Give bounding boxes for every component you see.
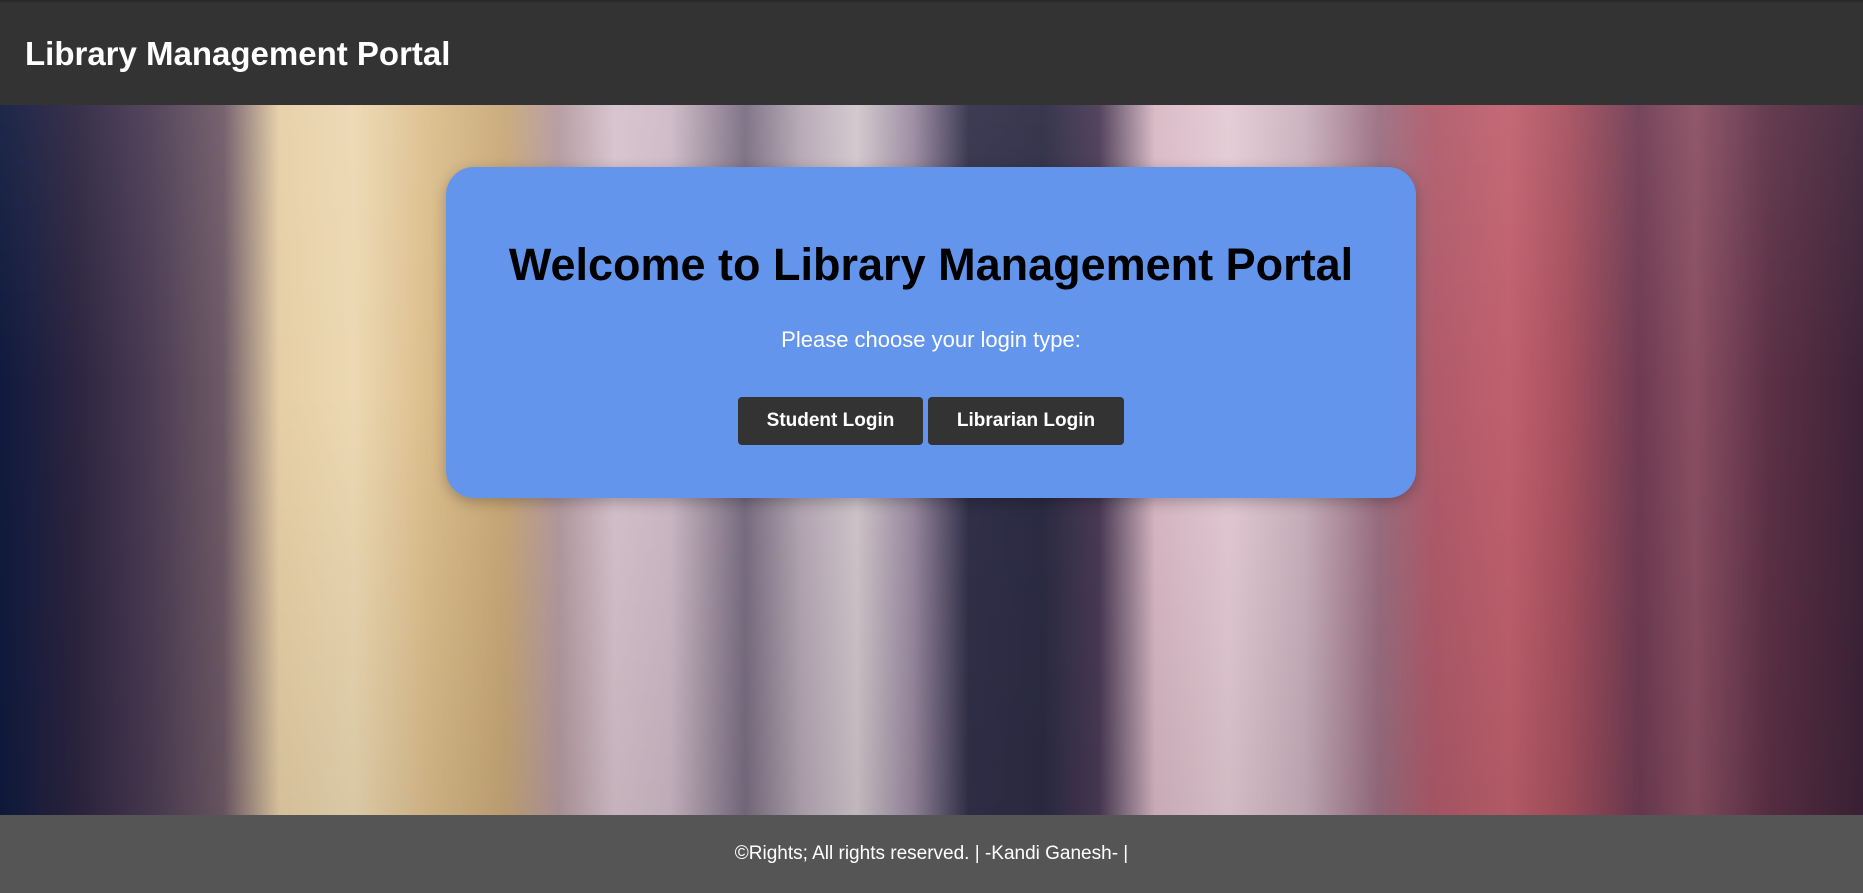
- hero-background: Welcome to Library Management Portal Ple…: [0, 105, 1863, 815]
- student-login-button[interactable]: Student Login: [738, 397, 923, 445]
- page-footer: ©Rights; All rights reserved. | -Kandi G…: [0, 815, 1863, 893]
- site-title: Library Management Portal: [25, 34, 451, 72]
- librarian-login-button[interactable]: Librarian Login: [928, 397, 1124, 445]
- login-type-prompt: Please choose your login type:: [781, 327, 1081, 352]
- top-nav-bar: Library Management Portal: [0, 0, 1863, 105]
- login-button-group: Student Login Librarian Login: [446, 397, 1416, 445]
- copyright-text: ©Rights; All rights reserved. | -Kandi G…: [734, 843, 1129, 864]
- welcome-card: Welcome to Library Management Portal Ple…: [446, 167, 1416, 498]
- welcome-heading: Welcome to Library Management Portal: [508, 239, 1354, 290]
